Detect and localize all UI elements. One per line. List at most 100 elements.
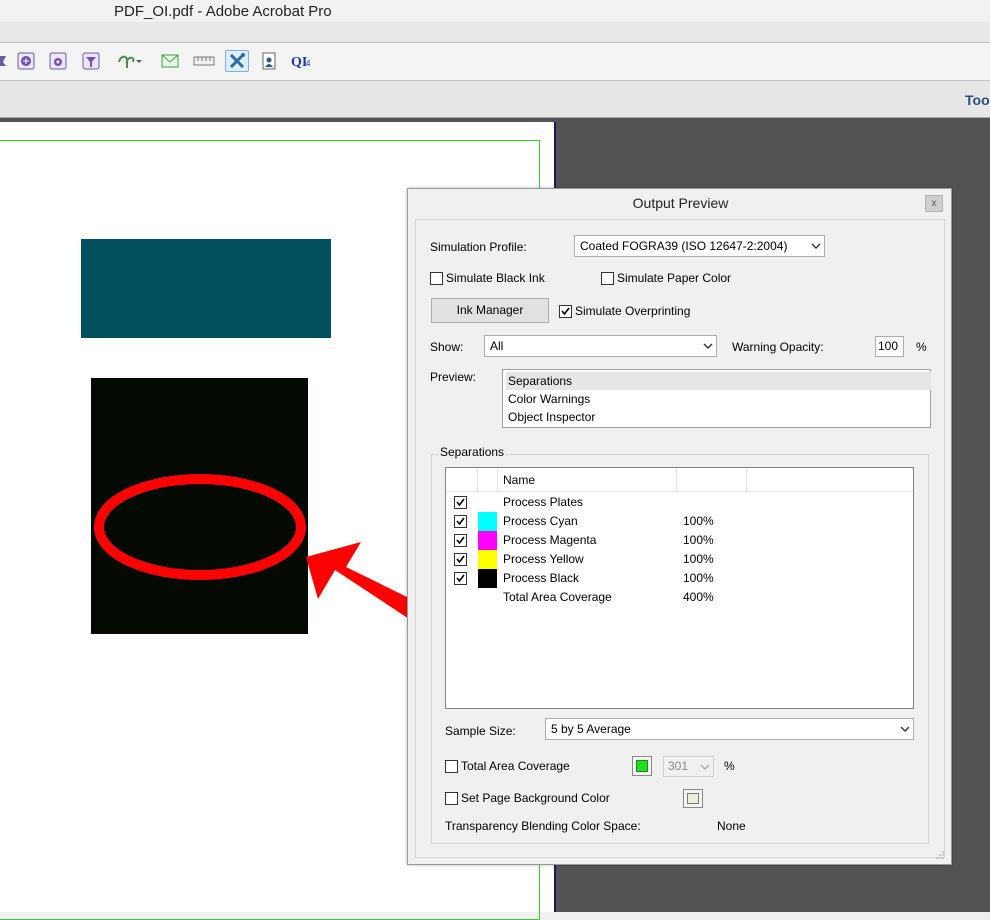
checkmark-icon	[456, 574, 465, 583]
coverage-unit: %	[724, 759, 735, 773]
coverage-threshold-select[interactable]: 301	[663, 756, 714, 777]
separation-percent: 400%	[683, 590, 714, 604]
checkmark-icon	[456, 498, 465, 507]
page-background-color-picker[interactable]	[683, 789, 703, 808]
ink-manager-button[interactable]: Ink Manager	[431, 298, 549, 323]
ruler-icon[interactable]	[192, 51, 216, 71]
chevron-down-icon	[900, 726, 910, 732]
magenta-swatch	[478, 531, 497, 550]
navigation-bar: Too	[0, 81, 990, 118]
dialog-title: Output Preview	[632, 195, 729, 211]
output-preview-dialog: Output Preview x Simulation Profile: Coa…	[407, 188, 952, 865]
table-row: Process Cyan 100%	[446, 512, 913, 531]
separation-name: Process Black	[503, 571, 580, 585]
document-person-icon[interactable]	[259, 51, 279, 71]
envelope-icon[interactable]	[160, 51, 180, 71]
row-checkbox[interactable]	[454, 534, 467, 547]
row-checkbox[interactable]	[454, 515, 467, 528]
globe-icon[interactable]	[16, 51, 36, 71]
row-checkbox[interactable]	[454, 553, 467, 566]
simulation-profile-value: Coated FOGRA39 (ISO 12647-2:2004)	[580, 239, 788, 253]
separation-name: Process Magenta	[503, 533, 597, 547]
warning-opacity-label: Warning Opacity:	[732, 340, 824, 354]
sample-size-select[interactable]: 5 by 5 Average	[545, 718, 914, 740]
page-background-checkbox[interactable]	[445, 792, 458, 805]
simulate-black-ink-checkbox[interactable]	[430, 272, 443, 285]
simulate-black-ink-label: Simulate Black Ink	[446, 271, 545, 285]
column-header-extra	[747, 468, 913, 492]
show-label: Show:	[430, 340, 464, 354]
separations-legend: Separations	[438, 445, 507, 459]
menu-strip	[0, 22, 990, 43]
toolbar: QI 4	[0, 43, 990, 81]
preview-mode-list: Separations Color Warnings Object Inspec…	[502, 369, 931, 428]
warning-opacity-input[interactable]: 100	[875, 336, 904, 357]
separation-percent: 100%	[683, 552, 714, 566]
resize-grip-icon[interactable]	[935, 850, 945, 860]
black-swatch	[478, 569, 497, 588]
blending-space-label: Transparency Blending Color Space:	[445, 819, 641, 833]
filter-icon[interactable]	[81, 51, 101, 71]
checkmark-icon	[561, 307, 570, 316]
sample-size-value: 5 by 5 Average	[551, 722, 631, 736]
warning-opacity-value: 100	[878, 339, 899, 353]
edit-tools-icon[interactable]	[225, 50, 249, 72]
table-row: Process Yellow 100%	[446, 550, 913, 569]
preview-option-object-inspector[interactable]: Object Inspector	[506, 408, 931, 426]
table-row: Process Plates	[446, 493, 913, 512]
total-area-coverage-label: Total Area Coverage	[461, 759, 570, 773]
checkmark-icon	[456, 555, 465, 564]
simulation-profile-select[interactable]: Coated FOGRA39 (ISO 12647-2:2004)	[574, 235, 825, 257]
separation-name: Process Cyan	[503, 514, 578, 528]
coverage-color-picker[interactable]	[632, 756, 652, 776]
simulate-overprinting-checkbox[interactable]	[559, 305, 572, 318]
row-checkbox[interactable]	[454, 496, 467, 509]
coverage-threshold-value: 301	[668, 759, 689, 773]
plant-tool-icon[interactable]	[114, 51, 144, 71]
coverage-color-swatch	[636, 760, 648, 772]
separation-percent: 100%	[683, 533, 714, 547]
table-row: Total Area Coverage 400%	[446, 588, 913, 607]
preview-option-separations[interactable]: Separations	[506, 372, 931, 390]
chevron-down-icon	[700, 764, 710, 770]
checkmark-icon	[456, 536, 465, 545]
warning-opacity-unit: %	[916, 340, 927, 354]
simulation-profile-label: Simulation Profile:	[430, 240, 527, 254]
chevron-down-icon	[703, 343, 713, 349]
separation-percent: 100%	[683, 514, 714, 528]
separation-name: Process Plates	[503, 495, 584, 509]
window-titlebar: PDF_OI.pdf - Adobe Acrobat Pro	[0, 0, 990, 22]
separation-name: Total Area Coverage	[503, 590, 612, 604]
yellow-swatch	[478, 550, 497, 569]
cyan-swatch	[478, 512, 497, 531]
close-button[interactable]: x	[925, 195, 943, 212]
black-rectangle	[91, 378, 308, 634]
column-header-name[interactable]: Name	[498, 468, 677, 492]
tools-pane-link[interactable]: Too	[965, 92, 990, 108]
preview-label: Preview:	[430, 370, 477, 384]
row-checkbox[interactable]	[454, 572, 467, 585]
separation-name: Process Yellow	[503, 552, 584, 566]
simulate-paper-color-label: Simulate Paper Color	[617, 271, 732, 285]
total-area-coverage-checkbox[interactable]	[445, 760, 458, 773]
table-row: Process Magenta 100%	[446, 531, 913, 550]
table-row: Process Black 100%	[446, 569, 913, 588]
simulate-paper-color-checkbox[interactable]	[601, 272, 614, 285]
column-header-check	[446, 468, 478, 492]
column-header-percent[interactable]	[677, 468, 747, 492]
checkmark-icon	[456, 517, 465, 526]
stamp-tool-icon[interactable]	[0, 51, 12, 71]
chevron-down-icon	[811, 243, 821, 249]
window-title: PDF_OI.pdf - Adobe Acrobat Pro	[114, 3, 332, 20]
qi-icon[interactable]: QI 4	[289, 51, 313, 71]
svg-text:4: 4	[306, 59, 311, 68]
teal-rectangle	[81, 239, 331, 338]
preview-option-color-warnings[interactable]: Color Warnings	[506, 390, 931, 408]
blending-space-value: None	[717, 819, 746, 833]
separation-percent: 100%	[683, 571, 714, 585]
separations-table: Name Process Plates Process Cyan 100% Pr…	[445, 467, 914, 709]
svg-text:QI: QI	[291, 55, 307, 70]
sample-size-label: Sample Size:	[445, 724, 516, 738]
show-select[interactable]: All	[484, 335, 717, 357]
gear-window-icon[interactable]	[48, 51, 68, 71]
